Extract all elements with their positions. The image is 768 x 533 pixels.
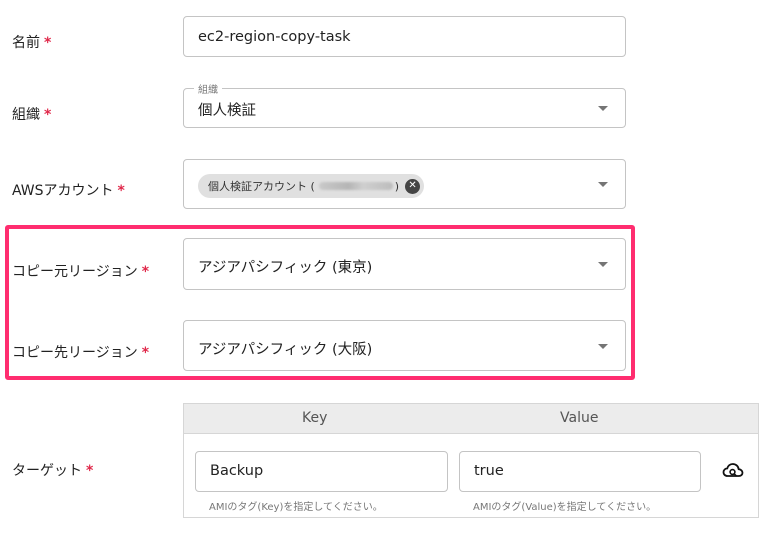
tag-value-value: true [474, 463, 504, 479]
required-mark: * [117, 183, 125, 199]
tag-key-helper: AMIのタグ(Key)を指定してください。 [209, 502, 383, 513]
chevron-down-icon [598, 344, 608, 349]
close-circle-icon[interactable]: ✕ [405, 178, 421, 194]
name-input[interactable]: ec2-region-copy-task [183, 16, 626, 57]
target-label: ターゲット * [12, 463, 94, 479]
aws-account-select[interactable]: 個人検証アカウント () ✕ [183, 159, 626, 209]
tag-key-input[interactable]: Backup [195, 451, 448, 492]
tag-value-input[interactable]: true [459, 451, 701, 492]
tag-table-header: Key Value [184, 404, 758, 434]
name-input-value: ec2-region-copy-task [198, 29, 351, 45]
aws-account-chip: 個人検証アカウント () ✕ [198, 174, 425, 198]
column-header-value: Value [560, 410, 599, 426]
source-region-value: アジアパシフィック (東京) [198, 260, 373, 276]
chevron-down-icon [598, 106, 608, 111]
required-mark: * [141, 345, 150, 361]
tag-value-helper: AMIのタグ(Value)を指定してください。 [473, 502, 657, 513]
column-header-key: Key [302, 410, 328, 426]
required-mark: * [44, 107, 52, 123]
aws-account-label: AWSアカウント * [12, 183, 125, 199]
dest-region-label: コピー先リージョン * [12, 345, 150, 361]
required-mark: * [44, 35, 52, 51]
dest-region-value: アジアパシフィック (大阪) [198, 342, 373, 358]
source-region-label: コピー元リージョン * [12, 264, 150, 280]
organization-select-value: 個人検証 [198, 103, 256, 119]
cloud-search-icon[interactable] [722, 461, 744, 481]
source-region-select[interactable]: アジアパシフィック (東京) [183, 238, 626, 290]
target-tag-table: Key Value Backup true AMIのタグ(Key)を指定してくだ… [183, 403, 759, 518]
dest-region-select[interactable]: アジアパシフィック (大阪) [183, 320, 626, 371]
tag-key-value: Backup [210, 463, 264, 479]
organization-select[interactable]: 組織 個人検証 [183, 81, 626, 128]
organization-label: 組織 * [12, 107, 52, 123]
required-mark: * [141, 264, 150, 280]
chevron-down-icon [598, 182, 608, 187]
name-label: 名前 * [12, 35, 52, 51]
redacted-account-id [318, 182, 393, 190]
required-mark: * [86, 463, 94, 479]
chevron-down-icon [598, 262, 608, 267]
organization-legend: 組織 [194, 81, 222, 96]
